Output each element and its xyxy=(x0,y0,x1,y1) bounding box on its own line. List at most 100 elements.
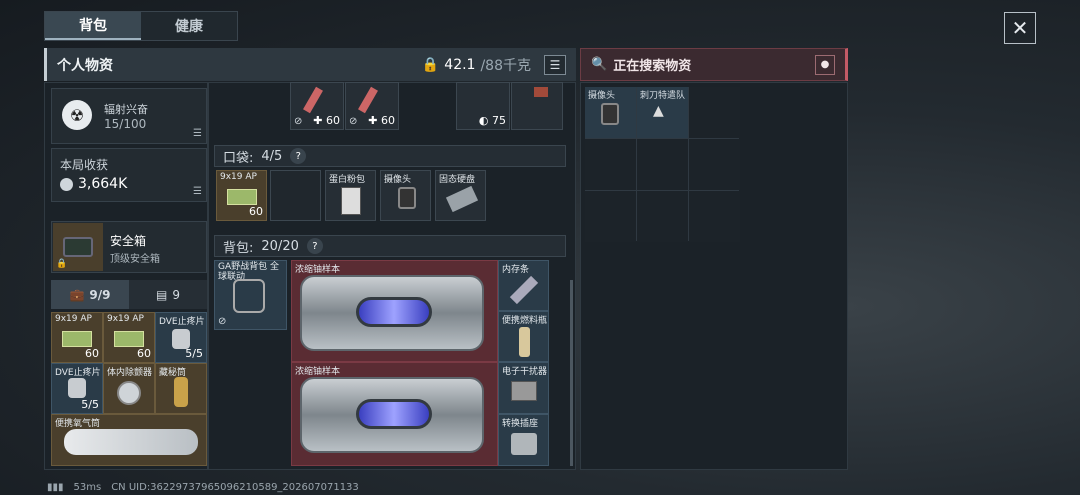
loot-grid: 摄像头 刺刀特遣队 ▲ xyxy=(585,87,740,242)
item-slot[interactable]: 9x19 AP 60 xyxy=(216,170,267,221)
item-slot[interactable]: 9x19 AP 60 xyxy=(51,312,103,363)
item-slot[interactable]: GA野战背包 全球联动 ⊘ xyxy=(214,260,287,330)
list-icon[interactable]: ☰ xyxy=(193,128,202,139)
item-slot[interactable]: ◐ 75 xyxy=(456,82,510,130)
search-title: 正在搜索物资 xyxy=(613,59,692,74)
item-slot[interactable]: 固态硬盘 xyxy=(435,170,486,221)
item-name: 转换插座 xyxy=(502,419,539,429)
close-icon: ✕ xyxy=(1011,16,1029,40)
item-count: 5/5 xyxy=(185,347,203,360)
search-icon: 🔍 xyxy=(591,57,608,72)
inventory-title: 个人物资 xyxy=(57,57,113,74)
item-slot[interactable]: 藏秘筒 xyxy=(155,363,207,414)
loot-slot[interactable]: 摄像头 xyxy=(585,87,636,138)
no-drop-icon: ⊘ xyxy=(218,316,227,327)
ping-value: 53ms xyxy=(73,482,102,493)
help-icon[interactable]: ? xyxy=(306,238,323,254)
item-slot[interactable]: 浓缩铀样本 xyxy=(291,362,498,466)
item-count: 60 xyxy=(249,205,263,218)
list-icon[interactable]: ☰ xyxy=(193,186,202,197)
adapter-icon xyxy=(511,433,537,455)
item-name: 内存条 xyxy=(502,265,530,275)
harvest-card: 本局收获 3,664K ☰ xyxy=(51,148,207,202)
uranium-canister-icon xyxy=(300,377,484,453)
item-slot-empty[interactable] xyxy=(270,170,321,221)
item-slot[interactable]: 9x19 AP 60 xyxy=(103,312,155,363)
item-name: 浓缩铀样本 xyxy=(295,265,341,275)
item-slot[interactable]: 体内除颤器 xyxy=(103,363,155,414)
item-slot[interactable]: DVE止疼片 5/5 xyxy=(51,363,103,414)
item-name: 刺刀特遣队 xyxy=(640,91,686,101)
pocket-label: 口袋: xyxy=(223,150,254,166)
item-name: 体内除颤器 xyxy=(107,368,153,378)
weight-max: /88千克 xyxy=(480,57,531,74)
scrollbar[interactable] xyxy=(570,280,573,466)
close-button[interactable]: ✕ xyxy=(1004,12,1036,44)
item-slot[interactable] xyxy=(511,82,563,130)
squad-emblem-icon: ▲ xyxy=(653,103,664,119)
armor-icon: ◐ xyxy=(478,114,489,127)
item-slot[interactable]: ⊘ ✚ 60 xyxy=(290,82,344,130)
loot-slot-empty[interactable] xyxy=(585,191,636,242)
item-slot[interactable]: ⊘ ✚ 60 xyxy=(345,82,399,130)
item-icon xyxy=(534,87,548,97)
ammo-icon xyxy=(114,331,144,347)
item-count: 60 xyxy=(85,347,99,360)
tab-chest-rig-count: 9 xyxy=(172,287,180,302)
loot-slot-empty[interactable] xyxy=(689,139,740,190)
item-count: 5/5 xyxy=(81,398,99,411)
loot-slot-empty[interactable] xyxy=(689,191,740,242)
item-slot[interactable]: 蛋白粉包 xyxy=(325,170,376,221)
item-name: DVE止疼片 xyxy=(55,368,101,378)
location-pin-icon[interactable]: ● xyxy=(815,54,835,75)
fuel-bottle-icon xyxy=(519,327,530,357)
item-name: 电子干扰器 xyxy=(502,367,548,377)
tab-safebox[interactable]: 💼 9/9 xyxy=(51,280,129,309)
item-slot[interactable]: 内存条 xyxy=(498,260,549,311)
item-slot[interactable]: 转换插座 xyxy=(498,414,549,466)
item-count: ◐ 75 xyxy=(479,114,506,127)
safebox-card[interactable]: 🔒 安全箱 顶级安全箱 xyxy=(51,221,207,273)
item-slot[interactable]: DVE止疼片 5/5 xyxy=(155,312,207,363)
defibrillator-icon xyxy=(117,381,141,405)
coin-icon xyxy=(60,177,73,191)
plus-icon: ✚ xyxy=(313,114,323,127)
uranium-canister-icon xyxy=(300,275,484,351)
item-name: 9x19 AP xyxy=(107,314,144,324)
camera-icon xyxy=(601,103,619,125)
pocket-header: 口袋: 4/5? xyxy=(214,145,566,167)
capsule-icon xyxy=(174,377,188,407)
safebox-subtitle: 顶级安全箱 xyxy=(110,254,160,265)
signal-icon: ▮▮▮ xyxy=(47,482,64,493)
loot-slot-empty[interactable] xyxy=(585,139,636,190)
backpack-icon xyxy=(233,279,265,313)
item-name: 蛋白粉包 xyxy=(329,175,366,185)
item-count: ✚ 60 xyxy=(368,114,395,127)
item-count-value: 60 xyxy=(326,114,340,127)
tab-backpack[interactable]: 背包 xyxy=(45,12,141,40)
list-menu-icon[interactable]: ☰ xyxy=(544,54,566,75)
ammo-icon xyxy=(62,331,92,347)
loot-slot[interactable]: 刺刀特遣队 ▲ xyxy=(637,87,688,138)
uid-text: CN UID:36229737965096210589_202607071133 xyxy=(111,482,359,493)
syringe-icon xyxy=(303,86,323,114)
harvest-value: 3,664K xyxy=(78,176,128,192)
help-icon[interactable]: ? xyxy=(290,148,307,164)
item-name: 浓缩铀样本 xyxy=(295,367,341,377)
top-tabs: 背包 健康 xyxy=(44,11,238,41)
item-slot[interactable]: 电子干扰器 xyxy=(498,362,549,414)
item-slot[interactable]: 浓缩铀样本 xyxy=(291,260,498,362)
item-slot[interactable]: 便携氧气筒 xyxy=(51,414,207,466)
ssd-icon xyxy=(445,185,479,213)
tab-health[interactable]: 健康 xyxy=(141,12,237,40)
item-slot[interactable]: 摄像头 xyxy=(380,170,431,221)
safebox-icon: 🔒 xyxy=(53,223,103,271)
loot-slot-empty[interactable] xyxy=(637,139,688,190)
weight-value: 42.1 xyxy=(444,56,476,73)
item-slot[interactable]: 便携燃料瓶 xyxy=(498,311,549,362)
harvest-value-row: 3,664K xyxy=(60,176,127,192)
loot-slot-empty[interactable] xyxy=(689,87,740,138)
lock-icon: 🔒 xyxy=(421,56,440,73)
tab-chest-rig[interactable]: ▤ 9 xyxy=(129,280,207,309)
loot-slot-empty[interactable] xyxy=(637,191,688,242)
